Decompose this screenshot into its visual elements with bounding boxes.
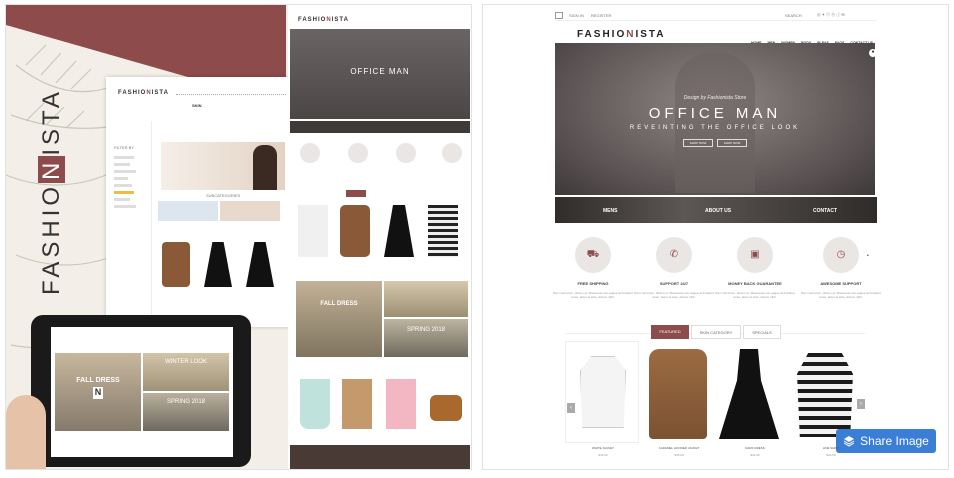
skin-page-preview: FASHIONISTA SKIN FILTER BY SUBCATEGORIES <box>106 77 292 327</box>
tab-featured[interactable]: FEATURED <box>651 325 689 339</box>
hero-title: OFFICE MAN <box>648 105 782 122</box>
long-preview-sweater <box>386 379 416 429</box>
product-name[interactable]: WHITE JACKET <box>565 446 641 450</box>
feature-description: Nam nisi lorem, dictum et, Maecenas non … <box>801 291 881 299</box>
phone-icon: ✆ <box>656 237 692 273</box>
product-thumb-coat <box>162 242 190 287</box>
vertical-brand-name: FASHIONISTA <box>38 88 65 295</box>
hero-dots[interactable] <box>709 187 721 200</box>
product-price: $45.00 <box>674 453 684 457</box>
long-preview-jacket <box>298 205 328 257</box>
homepage-screenshot: SIGN IN REGISTER SEARCH ◎ ✦ ⓕ ⓟ ⓘ ✉ FASH… <box>482 4 949 470</box>
long-preview-coat <box>340 205 370 257</box>
dark-dress-image[interactable] <box>719 349 779 439</box>
product-thumb-dress-2 <box>246 242 274 287</box>
feature-circle-4 <box>442 143 462 163</box>
long-preview-spring: SPRING 2018 <box>384 319 468 357</box>
tablet-device: FALL DRESS N WINTER LOOK SPRING 2018 <box>31 315 251 467</box>
product-price: $26.00 <box>826 453 836 457</box>
skin-title: SKIN <box>192 103 202 108</box>
strip-contact[interactable]: CONTACT <box>813 208 837 214</box>
hero-shop-button-2[interactable]: SHOP NOW <box>717 139 747 147</box>
homepage-long-preview: FASHIONISTA OFFICE MAN FALL DRESS SPRING… <box>288 5 471 469</box>
strip-mens[interactable]: MENS <box>603 208 617 214</box>
feature-description: Nam nisi lorem, dictum et, Maecenas non … <box>715 291 795 299</box>
products-prev-arrow[interactable]: ‹ <box>567 403 575 413</box>
tablet-spring-promo: SPRING 2018 <box>143 393 229 431</box>
long-preview-logo: FASHIONISTA <box>298 17 349 23</box>
share-image-label: Share Image <box>860 434 929 448</box>
tablet-fall-promo: FALL DRESS N <box>55 353 141 431</box>
truck-icon: ⛟ <box>575 237 611 273</box>
products-next-arrow[interactable]: › <box>857 399 865 409</box>
product-name[interactable]: DARK DRESS <box>717 446 793 450</box>
long-preview-shirt <box>428 205 458 257</box>
subcategory-thumb-1 <box>158 201 218 221</box>
long-preview-dress <box>384 205 414 257</box>
product-card-white-jacket[interactable] <box>565 341 639 443</box>
feature-description: Nam nisi lorem, dictum et, Maecenas non … <box>634 291 714 299</box>
subcategories-label: SUBCATEGORIES <box>206 193 241 198</box>
register-link[interactable]: REGISTER <box>591 13 611 18</box>
feature-circle-1 <box>300 143 320 163</box>
tablet-winter-promo: WINTER LOOK <box>143 353 229 391</box>
hero-small-text: Design by Fashionista Store <box>683 95 747 101</box>
hero-banner: Design by Fashionista Store OFFICE MAN R… <box>555 43 875 200</box>
product-name[interactable]: LINE SHIRT <box>793 446 869 450</box>
feature-title: FREE SHIPPING <box>577 281 609 286</box>
long-preview-tab-active <box>346 190 366 197</box>
long-preview-bag <box>300 379 330 429</box>
search-link[interactable]: SEARCH <box>785 13 802 18</box>
filter-sidebar: FILTER BY <box>114 121 152 321</box>
long-preview-fall: FALL DRESS <box>296 281 382 357</box>
long-preview-top <box>342 379 372 429</box>
feature-circle-3 <box>396 143 416 163</box>
collage-panel: FASHIONISTA FASHIONISTA SKIN FILTER BY S… <box>5 4 472 470</box>
category-strip: MENS ABOUT US CONTACT <box>555 197 877 223</box>
hero-subtitle: REVEINTING THE OFFICE LOOK <box>629 125 801 131</box>
tablet-screen: FALL DRESS N WINTER LOOK SPRING 2018 <box>51 327 233 457</box>
product-price: $34.00 <box>750 453 760 457</box>
feature-title: MONEY BACK GUARANTEE <box>728 281 782 286</box>
site-logo[interactable]: FASHIONISTA <box>577 29 666 40</box>
long-preview-winter <box>384 281 468 317</box>
line-shirt-image[interactable] <box>797 353 853 437</box>
clock-icon: ◷ <box>823 237 859 273</box>
money-icon: ▣ <box>737 237 773 273</box>
mini-logo: FASHIONISTA <box>118 90 169 96</box>
feature-title: AWESOME SUPPORT <box>820 281 862 286</box>
top-bar: SIGN IN REGISTER SEARCH ◎ ✦ ⓕ ⓟ ⓘ ✉ <box>555 11 877 21</box>
long-preview-handbag <box>430 395 462 421</box>
product-thumb-dress-1 <box>204 242 232 287</box>
social-icons[interactable]: ◎ ✦ ⓕ ⓟ ⓘ ✉ <box>817 12 845 17</box>
hero-next-icon[interactable]: ● <box>869 49 877 57</box>
white-jacket-image <box>580 356 626 428</box>
filter-heading: FILTER BY <box>114 145 134 150</box>
tab-skin-category[interactable]: SKIN CATEGORY <box>691 325 741 339</box>
long-preview-strip <box>290 121 470 133</box>
strip-about[interactable]: ABOUT US <box>705 208 731 214</box>
subcategory-thumb-2 <box>220 201 280 221</box>
hero-model-silhouette <box>675 53 755 193</box>
hand-holding-tablet <box>6 395 46 469</box>
product-price: $34.00 <box>598 453 608 457</box>
long-preview-footer-strip <box>290 445 470 469</box>
long-preview-hero: OFFICE MAN <box>290 29 470 119</box>
feature-description: Nam nisi lorem, dictum et, Maecenas non … <box>553 291 633 299</box>
menu-icon[interactable] <box>555 12 563 19</box>
skin-banner-image <box>161 142 285 190</box>
mini-nav <box>176 92 286 95</box>
feature-circle-2 <box>348 143 368 163</box>
tab-specials[interactable]: SPECIALS <box>743 325 781 339</box>
caramel-jacket-image[interactable] <box>649 349 707 439</box>
product-name[interactable]: CARAMEL HOODED JACKET <box>641 446 717 450</box>
feature-title: SUPPORT 24/7 <box>659 281 689 286</box>
hero-shop-button-1[interactable]: SHOP NOW <box>683 139 713 147</box>
features-next-icon[interactable]: • <box>867 253 869 259</box>
sign-in-link[interactable]: SIGN IN <box>569 13 584 18</box>
